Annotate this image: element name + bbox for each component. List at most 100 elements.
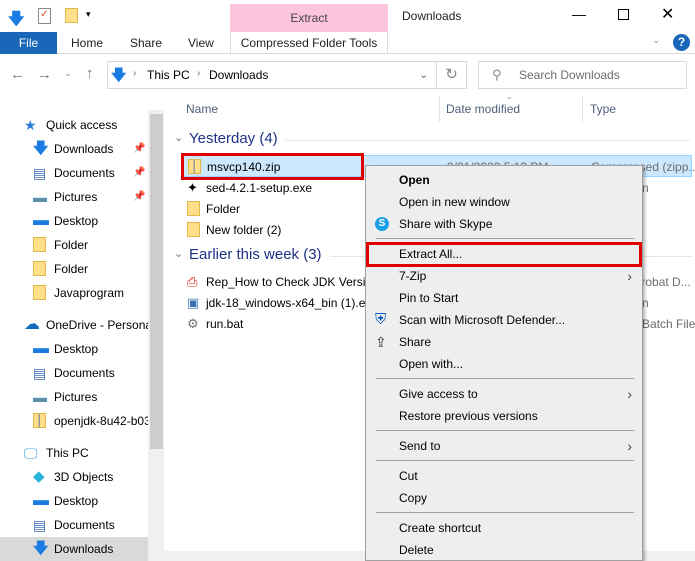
sidebar-item-openjdk-8u42-b03[interactable]: openjdk-8u42-b03 [0, 409, 148, 433]
tab-home[interactable]: Home [71, 32, 103, 54]
sidebar-item-desktop[interactable]: ▬ Desktop [0, 209, 148, 233]
tab-share[interactable]: Share [130, 32, 162, 54]
menu-item-open-in-new-window[interactable]: Open in new window [366, 191, 642, 213]
desktop-icon: ▬ [33, 492, 49, 509]
sidebar-item-3d-objects[interactable]: ◆ 3D Objects [0, 465, 148, 489]
breadcrumb-this-pc[interactable]: This PC [147, 68, 190, 82]
sidebar-item-label: Documents [54, 518, 115, 532]
customize-toolbar-icon[interactable]: ▾ [86, 9, 91, 20]
menu-item-7-zip[interactable]: 7-Zip › [366, 265, 642, 287]
menu-item-open-with[interactable]: Open with... [366, 353, 642, 375]
document-icon: ▤ [33, 365, 47, 381]
file-name: sed-4.2.1-setup.exe [206, 181, 313, 195]
menu-item-share[interactable]: ⇪ Share [366, 331, 642, 353]
download-arrow-icon: 🡇 [33, 540, 49, 557]
breadcrumb-separator-icon: › [197, 68, 201, 79]
pin-icon[interactable]: 📌 [133, 185, 145, 209]
installer-icon: ✦ [187, 180, 198, 195]
menu-item-send-to[interactable]: Send to › [366, 435, 642, 457]
skype-icon: S [375, 217, 389, 231]
group-header[interactable]: Earlier this week (3) [189, 246, 322, 263]
tab-extract[interactable]: Extract [230, 4, 388, 32]
menu-item-restore-previous-versions[interactable]: Restore previous versions [366, 405, 642, 427]
menu-item-cut[interactable]: Cut [366, 465, 642, 487]
sidebar-item-pictures[interactable]: ▬ Pictures 📌 [0, 185, 148, 209]
sidebar-item-this-pc[interactable]: 🖵 This PC [0, 441, 148, 465]
sidebar-item-folder[interactable]: Folder [0, 257, 148, 281]
collapse-group-icon[interactable]: ⌄ [174, 247, 183, 260]
share-icon: ⇪ [375, 334, 387, 350]
menu-item-scan-with-microsoft-defender[interactable]: ⛨ Scan with Microsoft Defender... [366, 309, 642, 331]
maximize-button[interactable] [618, 9, 629, 20]
address-bar[interactable]: 🡇 › This PC › Downloads ⌄ [107, 61, 437, 89]
menu-item-create-shortcut[interactable]: Create shortcut [366, 517, 642, 539]
sidebar-item-downloads[interactable]: 🡇 Downloads 📌 [0, 137, 148, 161]
sidebar-item-documents[interactable]: ▤ Documents 📌 [0, 161, 148, 185]
close-button[interactable]: ✕ [661, 4, 674, 24]
sidebar-item-onedrive-personal[interactable]: ☁ OneDrive - Personal [0, 313, 148, 337]
window-title: Downloads [402, 9, 462, 23]
download-arrow-icon: 🡇 [8, 11, 25, 28]
tab-view[interactable]: View [188, 32, 214, 54]
menu-item-label: Scan with Microsoft Defender... [399, 313, 566, 327]
column-header-date-modified[interactable]: Date modified [446, 102, 520, 120]
back-button[interactable]: ← [10, 66, 25, 83]
column-divider[interactable] [439, 96, 440, 122]
sidebar-item-label: OneDrive - Personal [46, 318, 148, 332]
menu-item-give-access-to[interactable]: Give access to › [366, 383, 642, 405]
help-icon[interactable]: ? [673, 34, 690, 51]
menu-item-label: Restore previous versions [399, 409, 538, 423]
navigation-scrollbar-thumb[interactable] [150, 114, 163, 449]
column-divider[interactable] [582, 96, 583, 122]
refresh-button[interactable]: ↻ [437, 61, 467, 89]
group-header[interactable]: Yesterday (4) [189, 130, 278, 147]
tab-compressed-folder-tools[interactable]: Compressed Folder Tools [230, 32, 388, 54]
group-divider [285, 140, 690, 141]
sidebar-item-documents[interactable]: ▤ Documents [0, 513, 148, 537]
pin-icon[interactable]: 📌 [133, 161, 145, 185]
column-header-name[interactable]: Name [186, 102, 218, 120]
breadcrumb-downloads[interactable]: Downloads [209, 68, 268, 82]
file-name: jdk-18_windows-x64_bin (1).exe [206, 296, 379, 310]
recent-locations-icon[interactable]: ⌄ [64, 68, 72, 79]
expand-ribbon-icon[interactable]: ⌄ [652, 35, 660, 46]
tab-file[interactable]: File [0, 32, 57, 54]
column-header-type[interactable]: Type [590, 102, 616, 120]
cube-icon: ◆ [33, 468, 45, 485]
new-folder-icon[interactable] [65, 8, 78, 23]
menu-item-pin-to-start[interactable]: Pin to Start [366, 287, 642, 309]
sidebar-item-quick-access[interactable]: ★ Quick access [0, 113, 148, 137]
up-button[interactable]: ↑ [86, 65, 94, 82]
forward-button[interactable]: → [37, 66, 52, 83]
menu-item-label: Open with... [399, 357, 464, 371]
collapse-group-icon[interactable]: ⌄ [174, 131, 183, 144]
file-name: Rep_How to Check JDK Version [206, 275, 379, 289]
menu-item-open[interactable]: Open [366, 169, 642, 191]
sidebar-item-javaprogram[interactable]: Javaprogram [0, 281, 148, 305]
sidebar-item-pictures[interactable]: ▬ Pictures [0, 385, 148, 409]
sidebar-item-downloads[interactable]: 🡇 Downloads [0, 537, 148, 561]
menu-item-share-with-skype[interactable]: S Share with Skype [366, 213, 642, 235]
context-menu: Open Open in new window S Share with Skype E… [365, 165, 643, 561]
menu-item-label: Give access to [399, 387, 478, 401]
menu-item-delete[interactable]: Delete [366, 539, 642, 561]
document-icon: ▤ [33, 517, 47, 533]
sidebar-item-folder[interactable]: Folder [0, 233, 148, 257]
sidebar-item-desktop[interactable]: ▬ Desktop [0, 337, 148, 361]
zip-icon [33, 413, 46, 428]
sidebar-item-label: openjdk-8u42-b03 [54, 414, 148, 428]
chevron-right-icon: › [627, 386, 632, 402]
properties-icon[interactable]: ✓ [38, 8, 51, 24]
sidebar-item-label: Downloads [54, 542, 114, 556]
search-input[interactable]: ⚲ Search Downloads [478, 61, 687, 89]
minimize-button[interactable]: — [572, 6, 586, 22]
sidebar-item-desktop[interactable]: ▬ Desktop [0, 489, 148, 513]
address-dropdown-icon[interactable]: ⌄ [419, 68, 428, 81]
pdf-icon: ⎙ [187, 274, 198, 289]
cloud-icon: ☁ [24, 316, 40, 333]
pin-icon[interactable]: 📌 [133, 137, 145, 161]
sidebar-item-label: Pictures [54, 190, 98, 204]
menu-separator [376, 512, 634, 513]
menu-item-copy[interactable]: Copy [366, 487, 642, 509]
sidebar-item-documents[interactable]: ▤ Documents [0, 361, 148, 385]
